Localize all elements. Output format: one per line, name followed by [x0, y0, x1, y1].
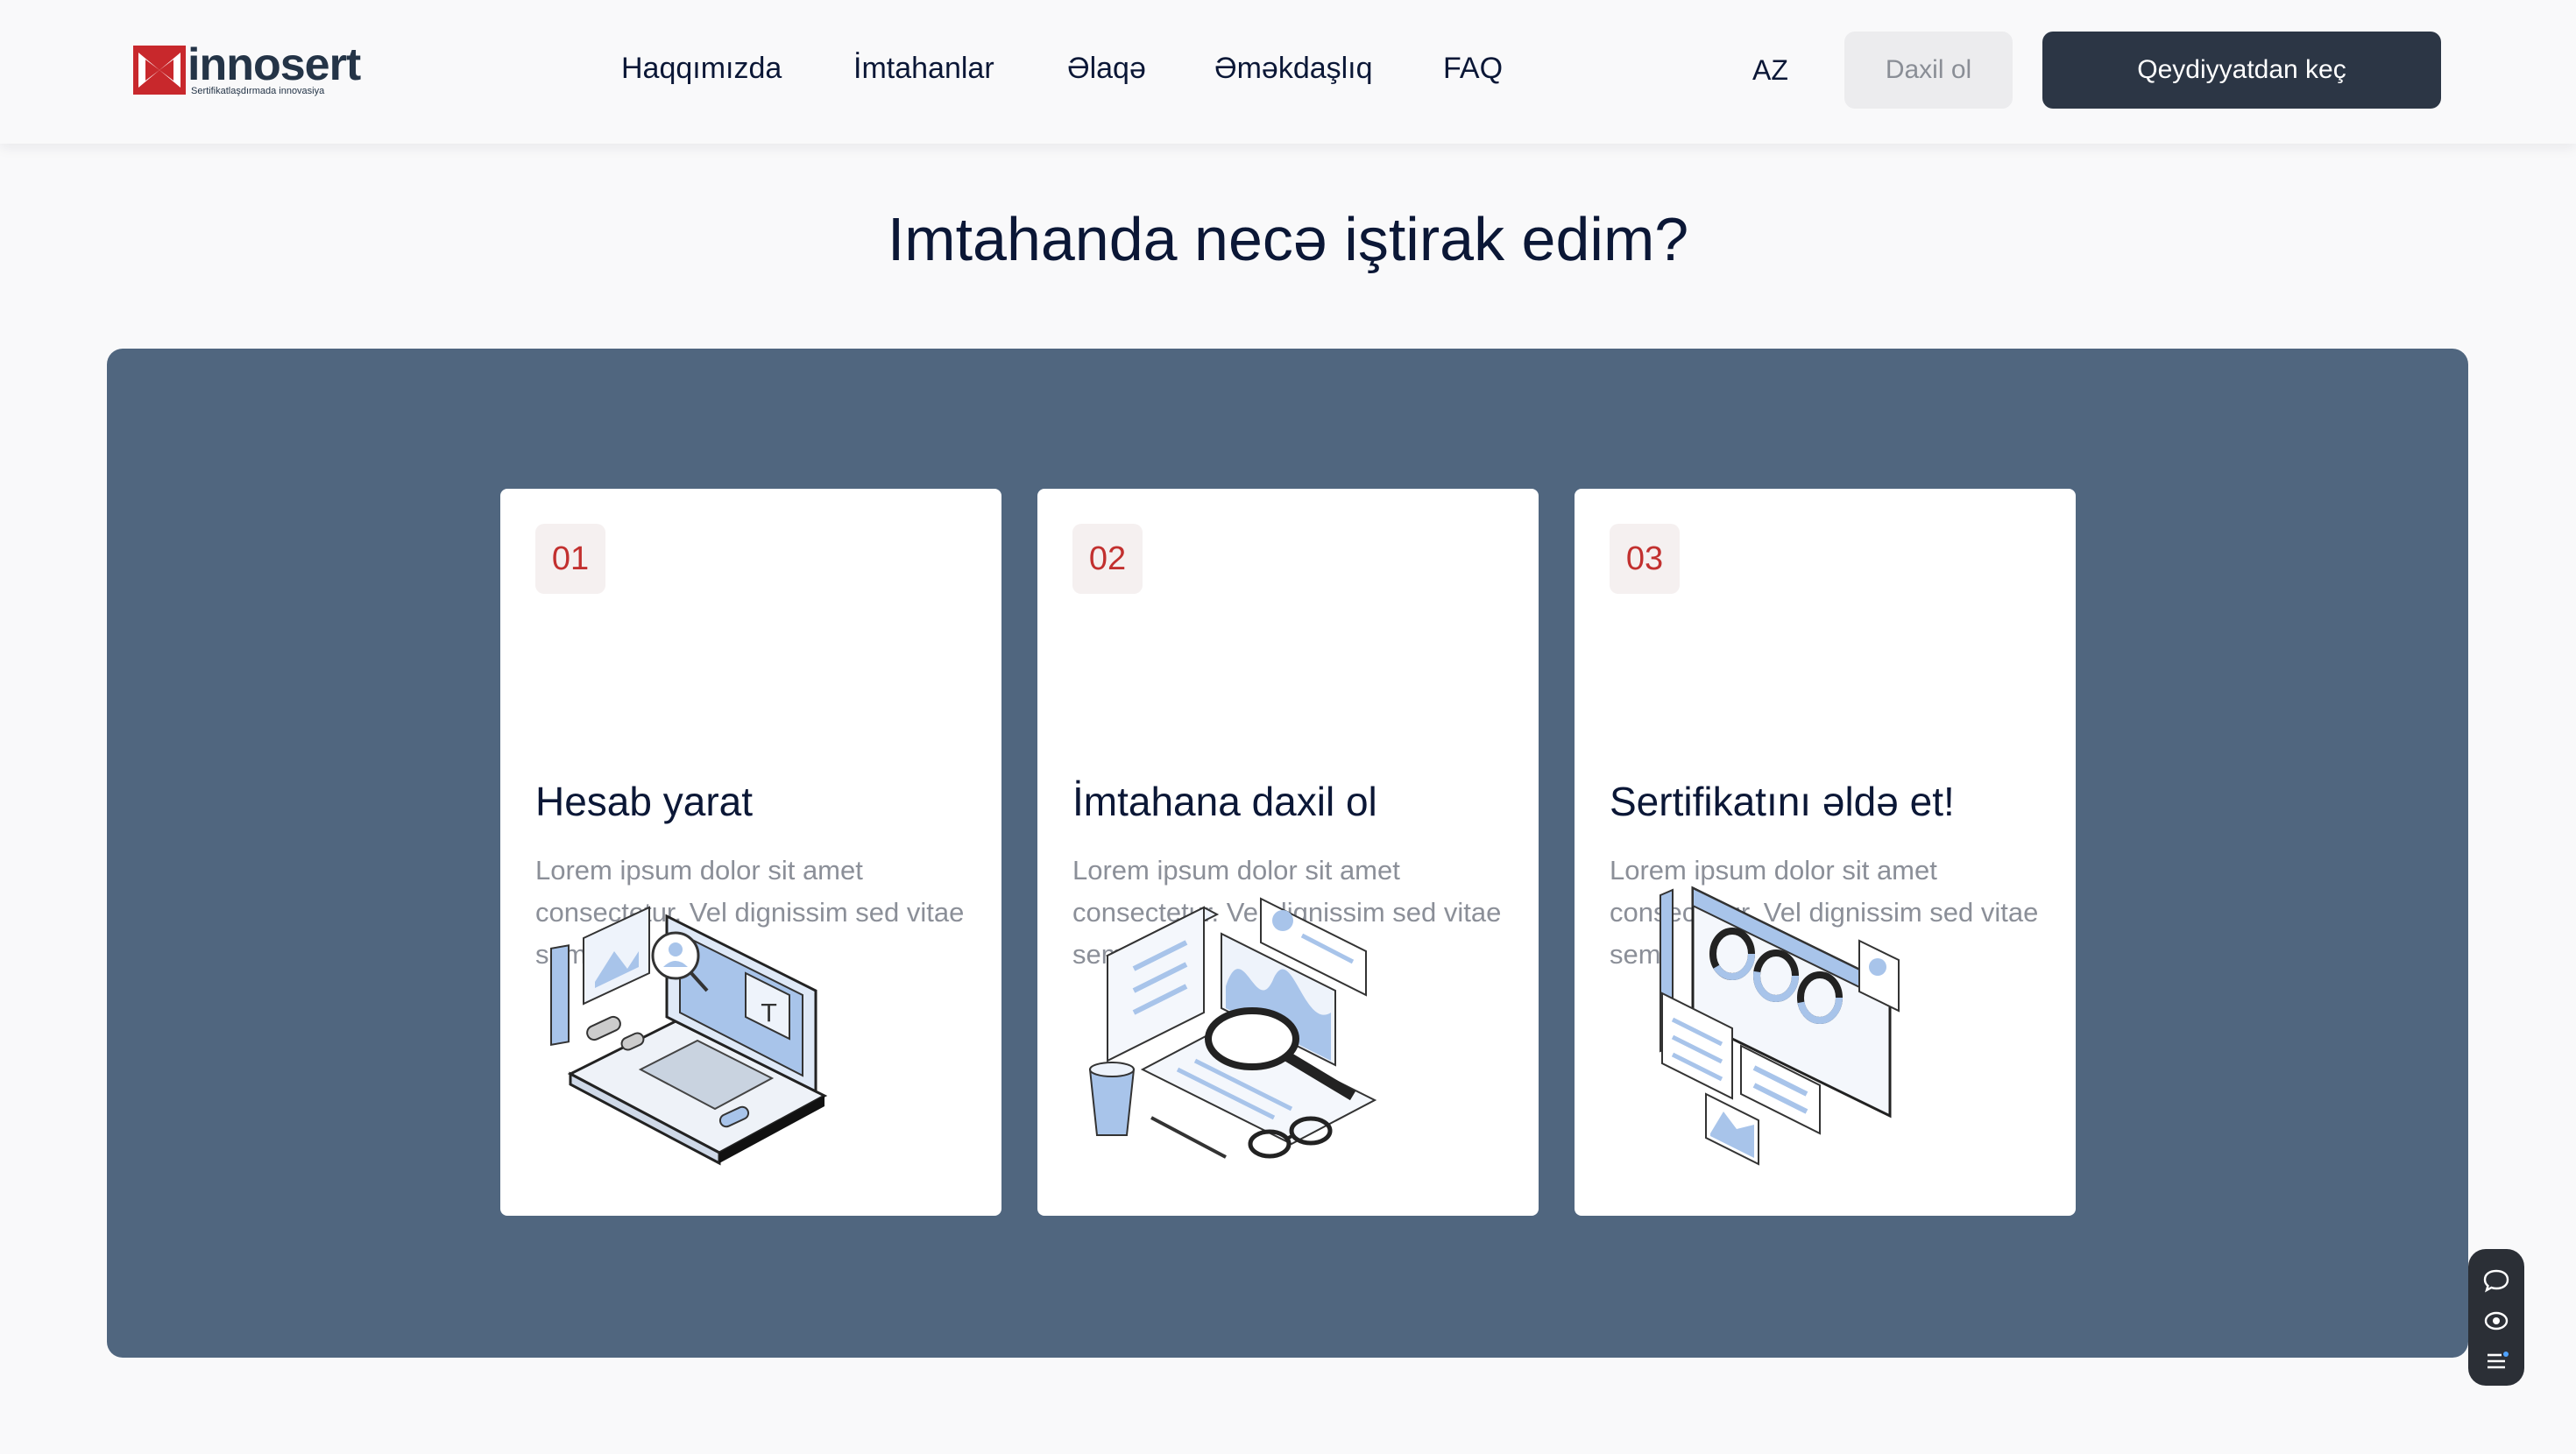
nav-item-cooperation[interactable]: Əməkdaşlıq: [1214, 44, 1373, 93]
step-number: 02: [1072, 524, 1143, 594]
dashboard-charts-illustration: [1610, 879, 1960, 1177]
step-card-3: 03 Sertifikatını əldə et! Lorem ipsum do…: [1575, 489, 2076, 1216]
logo-tagline: Sertifikatlaşdırmada innovasiya: [191, 86, 325, 96]
logo-wordmark: innosert: [188, 39, 361, 90]
steps-panel: 01 Hesab yarat Lorem ipsum dolor sit ame…: [107, 349, 2468, 1358]
step-number: 01: [535, 524, 605, 594]
floating-toolbar: [2468, 1249, 2524, 1386]
exam-magnifier-illustration: [1072, 881, 1423, 1179]
laptop-account-illustration: T: [535, 890, 886, 1188]
chat-icon[interactable]: [2480, 1265, 2512, 1296]
eye-icon[interactable]: [2480, 1305, 2512, 1337]
site-header: innosert Sertifikatlaşdırmada innovasiya…: [0, 0, 2576, 144]
step-number: 03: [1610, 524, 1680, 594]
step-title: Sertifikatını əldə et!: [1610, 779, 1955, 824]
step-card-1: 01 Hesab yarat Lorem ipsum dolor sit ame…: [500, 489, 1001, 1216]
register-button[interactable]: Qeydiyyatdan keç: [2042, 32, 2441, 109]
nav-item-exams[interactable]: İmtahanlar: [853, 44, 994, 93]
step-card-2: 02 İmtahana daxil ol Lorem ipsum dolor s…: [1037, 489, 1539, 1216]
logo-mark-icon: [133, 46, 186, 95]
svg-text:T: T: [761, 999, 777, 1027]
menu-icon[interactable]: [2480, 1345, 2512, 1377]
nav-item-faq[interactable]: FAQ: [1443, 44, 1503, 93]
page-title: Imtahanda necə iştirak edim?: [887, 205, 1689, 273]
step-title: İmtahana daxil ol: [1072, 779, 1377, 824]
nav-item-contact[interactable]: Əlaqə: [1067, 44, 1146, 93]
step-title: Hesab yarat: [535, 779, 754, 824]
nav-item-about[interactable]: Haqqımızda: [621, 44, 782, 93]
login-button[interactable]: Daxil ol: [1844, 32, 2013, 109]
logo[interactable]: innosert Sertifikatlaşdırmada innovasiya: [133, 39, 361, 98]
language-switcher[interactable]: AZ: [1752, 49, 1788, 91]
